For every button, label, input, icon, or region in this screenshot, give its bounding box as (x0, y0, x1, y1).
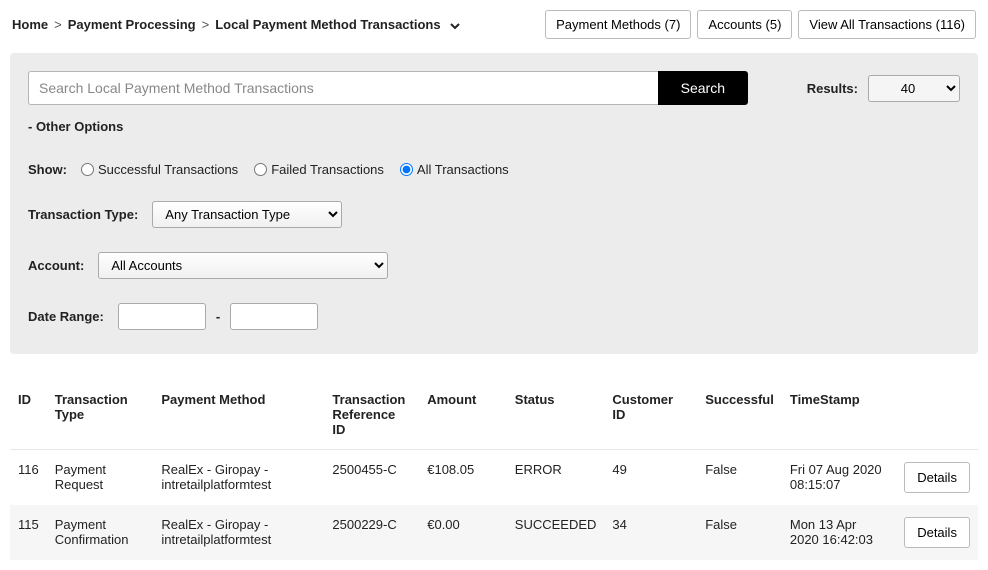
transaction-type-row: Transaction Type: Any Transaction Type (28, 201, 960, 228)
cell-ref: 2500455-C (324, 450, 419, 506)
search-input[interactable] (28, 71, 658, 105)
topbar-buttons: Payment Methods (7) Accounts (5) View Al… (545, 10, 976, 39)
show-label: Show: (28, 162, 67, 177)
chevron-down-icon[interactable] (449, 17, 461, 32)
radio-all-label: All Transactions (417, 162, 509, 177)
view-all-transactions-button[interactable]: View All Transactions (116) (798, 10, 976, 39)
other-options-toggle[interactable]: - Other Options (28, 119, 960, 134)
radio-failed-label: Failed Transactions (271, 162, 384, 177)
cell-customer: 49 (604, 450, 697, 506)
th-timestamp[interactable]: TimeStamp (782, 382, 896, 450)
accounts-button[interactable]: Accounts (5) (697, 10, 792, 39)
search-group: Search (28, 71, 748, 105)
breadcrumb-section[interactable]: Payment Processing (68, 17, 196, 32)
results-label: Results: (807, 81, 858, 96)
account-select[interactable]: All Accounts (98, 252, 388, 279)
cell-status: ERROR (507, 450, 605, 506)
date-to-input[interactable] (230, 303, 318, 330)
radio-all-input[interactable] (400, 163, 413, 176)
show-filter: Show: Successful Transactions Failed Tra… (28, 162, 960, 177)
cell-id: 116 (10, 450, 47, 506)
radio-all[interactable]: All Transactions (400, 162, 509, 177)
th-customer[interactable]: Customer ID (604, 382, 697, 450)
th-action (896, 382, 978, 450)
breadcrumb-sep: > (202, 17, 210, 32)
details-button[interactable]: Details (904, 462, 970, 493)
th-successful[interactable]: Successful (697, 382, 782, 450)
th-method[interactable]: Payment Method (153, 382, 324, 450)
search-row: Search Results: 40 (28, 71, 960, 105)
radio-successful-input[interactable] (81, 163, 94, 176)
transactions-table: ID Transaction Type Payment Method Trans… (10, 382, 978, 560)
cell-method: RealEx - Giropay - intretailplatformtest (153, 450, 324, 506)
th-id[interactable]: ID (10, 382, 47, 450)
radio-successful[interactable]: Successful Transactions (81, 162, 238, 177)
breadcrumb: Home > Payment Processing > Local Paymen… (12, 17, 461, 32)
date-range-sep: - (216, 309, 220, 324)
cell-type: Payment Request (47, 450, 154, 506)
details-button[interactable]: Details (904, 517, 970, 548)
breadcrumb-sep: > (54, 17, 62, 32)
account-label: Account: (28, 258, 84, 273)
cell-action: Details (896, 450, 978, 506)
cell-amount: €108.05 (419, 450, 507, 506)
table-row: 116 Payment Request RealEx - Giropay - i… (10, 450, 978, 506)
breadcrumb-page[interactable]: Local Payment Method Transactions (215, 17, 440, 32)
table-header-row: ID Transaction Type Payment Method Trans… (10, 382, 978, 450)
th-ref[interactable]: Transaction Reference ID (324, 382, 419, 450)
date-range-label: Date Range: (28, 309, 104, 324)
transactions-table-wrap: ID Transaction Type Payment Method Trans… (0, 354, 988, 570)
search-button[interactable]: Search (658, 71, 748, 105)
results-group: Results: 40 (807, 75, 960, 102)
transaction-type-label: Transaction Type: (28, 207, 138, 222)
radio-failed[interactable]: Failed Transactions (254, 162, 384, 177)
cell-successful: False (697, 450, 782, 506)
th-status[interactable]: Status (507, 382, 605, 450)
account-row: Account: All Accounts (28, 252, 960, 279)
payment-methods-button[interactable]: Payment Methods (7) (545, 10, 691, 39)
filter-panel: Search Results: 40 - Other Options Show:… (10, 53, 978, 354)
results-select[interactable]: 40 (868, 75, 960, 102)
date-from-input[interactable] (118, 303, 206, 330)
radio-failed-input[interactable] (254, 163, 267, 176)
date-range-row: Date Range: - (28, 303, 960, 330)
topbar: Home > Payment Processing > Local Paymen… (0, 0, 988, 53)
radio-successful-label: Successful Transactions (98, 162, 238, 177)
transaction-type-select[interactable]: Any Transaction Type (152, 201, 342, 228)
th-amount[interactable]: Amount (419, 382, 507, 450)
cell-timestamp: Fri 07 Aug 2020 08:15:07 (782, 450, 896, 506)
breadcrumb-home[interactable]: Home (12, 17, 48, 32)
th-type[interactable]: Transaction Type (47, 382, 154, 450)
